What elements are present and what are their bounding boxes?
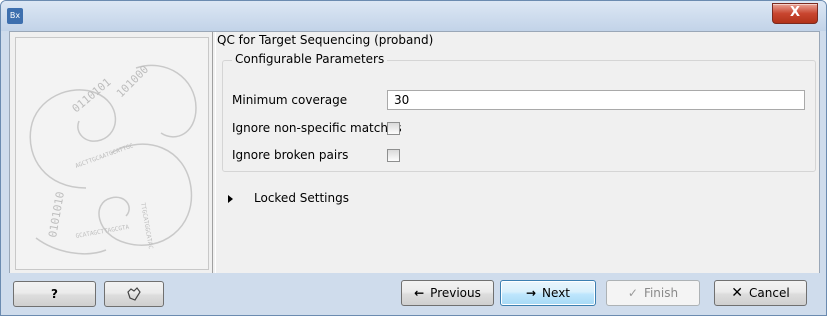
- panel-divider: [212, 32, 216, 273]
- arrow-right-icon: →: [525, 286, 537, 300]
- configurable-parameters-group: Configurable Parameters Minimum coverage…: [222, 52, 816, 172]
- locked-settings-label: Locked Settings: [254, 191, 349, 205]
- ignore-broken-pairs-label: Ignore broken pairs: [232, 148, 349, 162]
- previous-button[interactable]: ← Previous: [401, 280, 494, 306]
- reset-icon: [127, 287, 141, 301]
- dialog-content: 0110101 101000 0101010 AGCTTGCAATGCATTGC…: [9, 31, 820, 274]
- previous-label: Previous: [430, 286, 481, 300]
- locked-settings-toggle[interactable]: Locked Settings: [228, 191, 349, 205]
- cancel-button[interactable]: ✕ Cancel: [714, 280, 807, 306]
- title-bar: Bx X: [1, 1, 826, 31]
- next-label: Next: [542, 286, 571, 300]
- svg-text:TTGCATGGCATAC: TTGCATGGCATAC: [139, 202, 154, 250]
- finish-label: Finish: [643, 286, 679, 300]
- minimum-coverage-label: Minimum coverage: [232, 93, 348, 107]
- minimum-coverage-input[interactable]: [387, 90, 805, 110]
- dialog-window: Bx X 0110101 101000 0101010 AGCTTGCAATGC…: [0, 0, 827, 316]
- x-icon: ✕: [731, 285, 744, 301]
- panel-title: QC for Target Sequencing (proband): [217, 33, 434, 47]
- button-bar: ? ← Previous → Next ✓ Finish ✕ Cancel: [1, 273, 826, 315]
- svg-text:0110101: 0110101: [70, 76, 114, 116]
- cancel-label: Cancel: [749, 286, 790, 300]
- svg-text:0101010: 0101010: [46, 191, 67, 239]
- help-button[interactable]: ?: [13, 281, 96, 307]
- arrow-left-icon: ←: [414, 286, 425, 300]
- spiral-logo-icon: 0110101 101000 0101010 AGCTTGCAATGCATTGC…: [29, 63, 197, 255]
- ignore-broken-pairs-checkbox[interactable]: [387, 149, 400, 162]
- ignore-nonspecific-checkbox[interactable]: [387, 122, 400, 135]
- decorative-side-image: 0110101 101000 0101010 AGCTTGCAATGCATTGC…: [15, 37, 209, 270]
- ignore-nonspecific-label: Ignore non-specific matches: [232, 121, 402, 135]
- svg-text:AGCTTGCAATGCATTGC: AGCTTGCAATGCATTGC: [74, 142, 134, 170]
- close-button[interactable]: X: [772, 3, 818, 24]
- finish-button[interactable]: ✓ Finish: [606, 280, 700, 306]
- help-label: ?: [51, 287, 58, 301]
- group-title: Configurable Parameters: [232, 52, 388, 66]
- next-button[interactable]: → Next: [500, 280, 596, 306]
- reset-button[interactable]: [104, 281, 164, 307]
- expand-triangle-icon: [228, 194, 233, 203]
- svg-text:101000: 101000: [114, 63, 151, 100]
- checkmark-icon: ✓: [627, 286, 638, 300]
- app-icon: Bx: [7, 8, 23, 24]
